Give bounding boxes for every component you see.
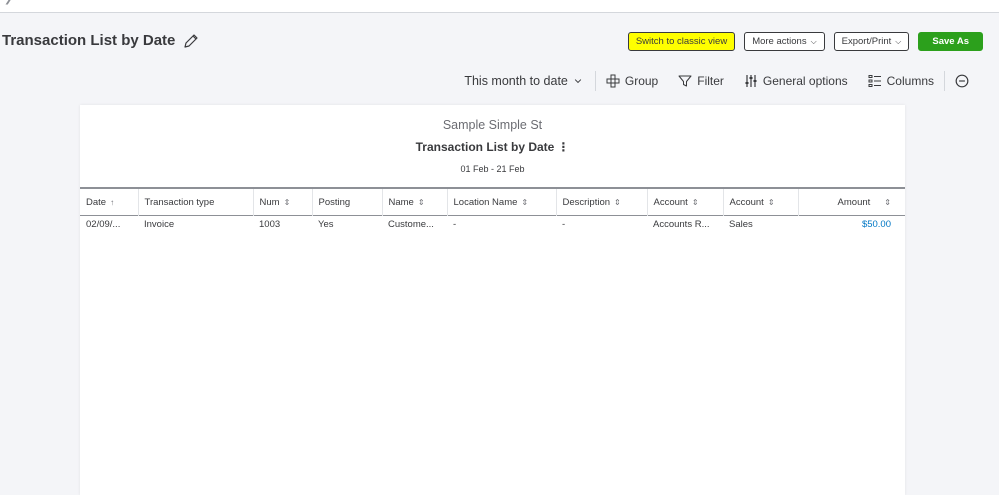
table-header-row: Date ↑ Transaction type Num ⇕ Posting Name… — [80, 188, 905, 216]
general-options-button[interactable]: General options — [734, 74, 858, 88]
more-actions-label: More actions — [752, 36, 807, 47]
cell-description: - — [562, 219, 566, 230]
column-header-label: Transaction type — [144, 196, 215, 208]
cell-posting: Yes — [318, 219, 334, 230]
filter-label: Filter — [697, 74, 724, 88]
column-header-transaction-type[interactable]: Transaction type — [138, 188, 254, 216]
table-row[interactable]: 02/09/... Invoice 1003 Yes Custome... - … — [80, 216, 905, 234]
save-as-label: Save As — [932, 36, 969, 47]
column-header-num[interactable]: Num ⇕ — [253, 188, 313, 216]
column-header-date[interactable]: Date ↑ — [80, 188, 139, 216]
date-range-label: This month to date — [464, 74, 568, 88]
column-header-label: Location Name — [453, 196, 518, 208]
columns-button[interactable]: Columns — [858, 74, 944, 88]
column-header-name[interactable]: Name ⇕ — [382, 188, 448, 216]
chevron-down-icon: ⌵ — [895, 36, 902, 46]
group-label: Group — [624, 74, 659, 88]
export-print-button[interactable]: Export/Print ⌵ — [833, 32, 910, 51]
report-table: Date ↑ Transaction type Num ⇕ Posting Name… — [80, 187, 905, 233]
header-actions: Switch to classic view More actions ⌵ Ex… — [627, 32, 983, 51]
columns-label: Columns — [886, 74, 934, 88]
kebab-menu-icon[interactable]: ⋮ — [557, 140, 569, 154]
collapse-icon — [955, 74, 969, 88]
cell-num: 1003 — [259, 219, 281, 230]
cell-amount: $50.00 — [798, 216, 905, 234]
group-icon — [606, 74, 620, 88]
column-header-label: Posting — [318, 196, 351, 208]
sort-icon: ⇕ — [614, 197, 621, 207]
report-date-range: 01 Feb - 21 Feb — [460, 164, 525, 174]
column-header-label: Num — [259, 196, 280, 208]
sort-icon: ⇕ — [691, 197, 699, 207]
switch-classic-view-label: Switch to classic view — [635, 36, 728, 47]
save-as-button[interactable]: Save As — [918, 32, 983, 51]
column-header-label: Name — [388, 196, 414, 208]
sort-icon: ⇕ — [884, 197, 891, 207]
column-header-account[interactable]: Account ⇕ — [647, 188, 724, 216]
column-header-label: Account — [729, 196, 764, 208]
cell-account: Accounts R... — [653, 219, 710, 230]
sort-icon: ⇕ — [417, 197, 425, 207]
columns-icon — [868, 75, 881, 87]
column-header-label: Description — [562, 196, 611, 208]
amount-link[interactable]: $50.00 — [862, 219, 891, 230]
report-toolbar: This month to date Group Filter General … — [454, 70, 979, 92]
group-button[interactable]: Group — [596, 74, 668, 88]
collapse-button[interactable] — [945, 74, 979, 88]
column-header-amount[interactable]: Amount ⇕ — [798, 188, 905, 216]
cell-account-2: Sales — [729, 219, 753, 230]
sort-icon: ⇕ — [283, 197, 291, 207]
cell-name: Custome... — [388, 219, 434, 230]
export-print-label: Export/Print — [841, 36, 892, 47]
general-options-label: General options — [762, 74, 848, 88]
report-title-text: Transaction List by Date — [415, 140, 555, 154]
more-actions-button[interactable]: More actions ⌵ — [744, 32, 825, 51]
chevron-icon[interactable]: ❯ — [4, 0, 12, 5]
column-header-description[interactable]: Description ⇕ — [556, 188, 648, 216]
report-title: Transaction List by Date ⋮ — [80, 140, 905, 154]
sort-icon: ⇕ — [521, 197, 529, 207]
filter-icon — [678, 75, 692, 87]
pencil-icon[interactable] — [183, 33, 199, 49]
sliders-icon — [745, 75, 757, 87]
column-header-label: Date — [86, 196, 107, 208]
cell-location-name: - — [453, 219, 457, 230]
cell-date: 02/09/... — [86, 219, 121, 230]
column-header-account-2[interactable]: Account ⇕ — [723, 188, 799, 216]
report-panel: Sample Simple St Transaction List by Dat… — [80, 105, 905, 495]
switch-classic-view-button[interactable]: Switch to classic view — [627, 32, 736, 51]
filter-button[interactable]: Filter — [668, 74, 734, 88]
column-header-label: Account — [653, 196, 688, 208]
date-range-dropdown[interactable]: This month to date — [454, 74, 595, 88]
chevron-down-icon: ⌵ — [810, 36, 817, 46]
column-header-posting[interactable]: Posting — [312, 188, 383, 216]
cell-transaction-type: Invoice — [144, 219, 175, 230]
column-header-location-name[interactable]: Location Name ⇕ — [447, 188, 557, 216]
sort-icon: ⇕ — [767, 197, 775, 207]
page-title-text: Transaction List by Date — [2, 32, 176, 49]
page-title: Transaction List by Date — [2, 32, 199, 49]
company-name: Sample Simple St — [442, 118, 543, 132]
column-header-label: Amount — [837, 196, 871, 208]
chevron-down-icon — [574, 79, 582, 84]
sort-asc-icon: ↑ — [110, 197, 115, 207]
top-bar: ❯ — [0, 0, 999, 13]
